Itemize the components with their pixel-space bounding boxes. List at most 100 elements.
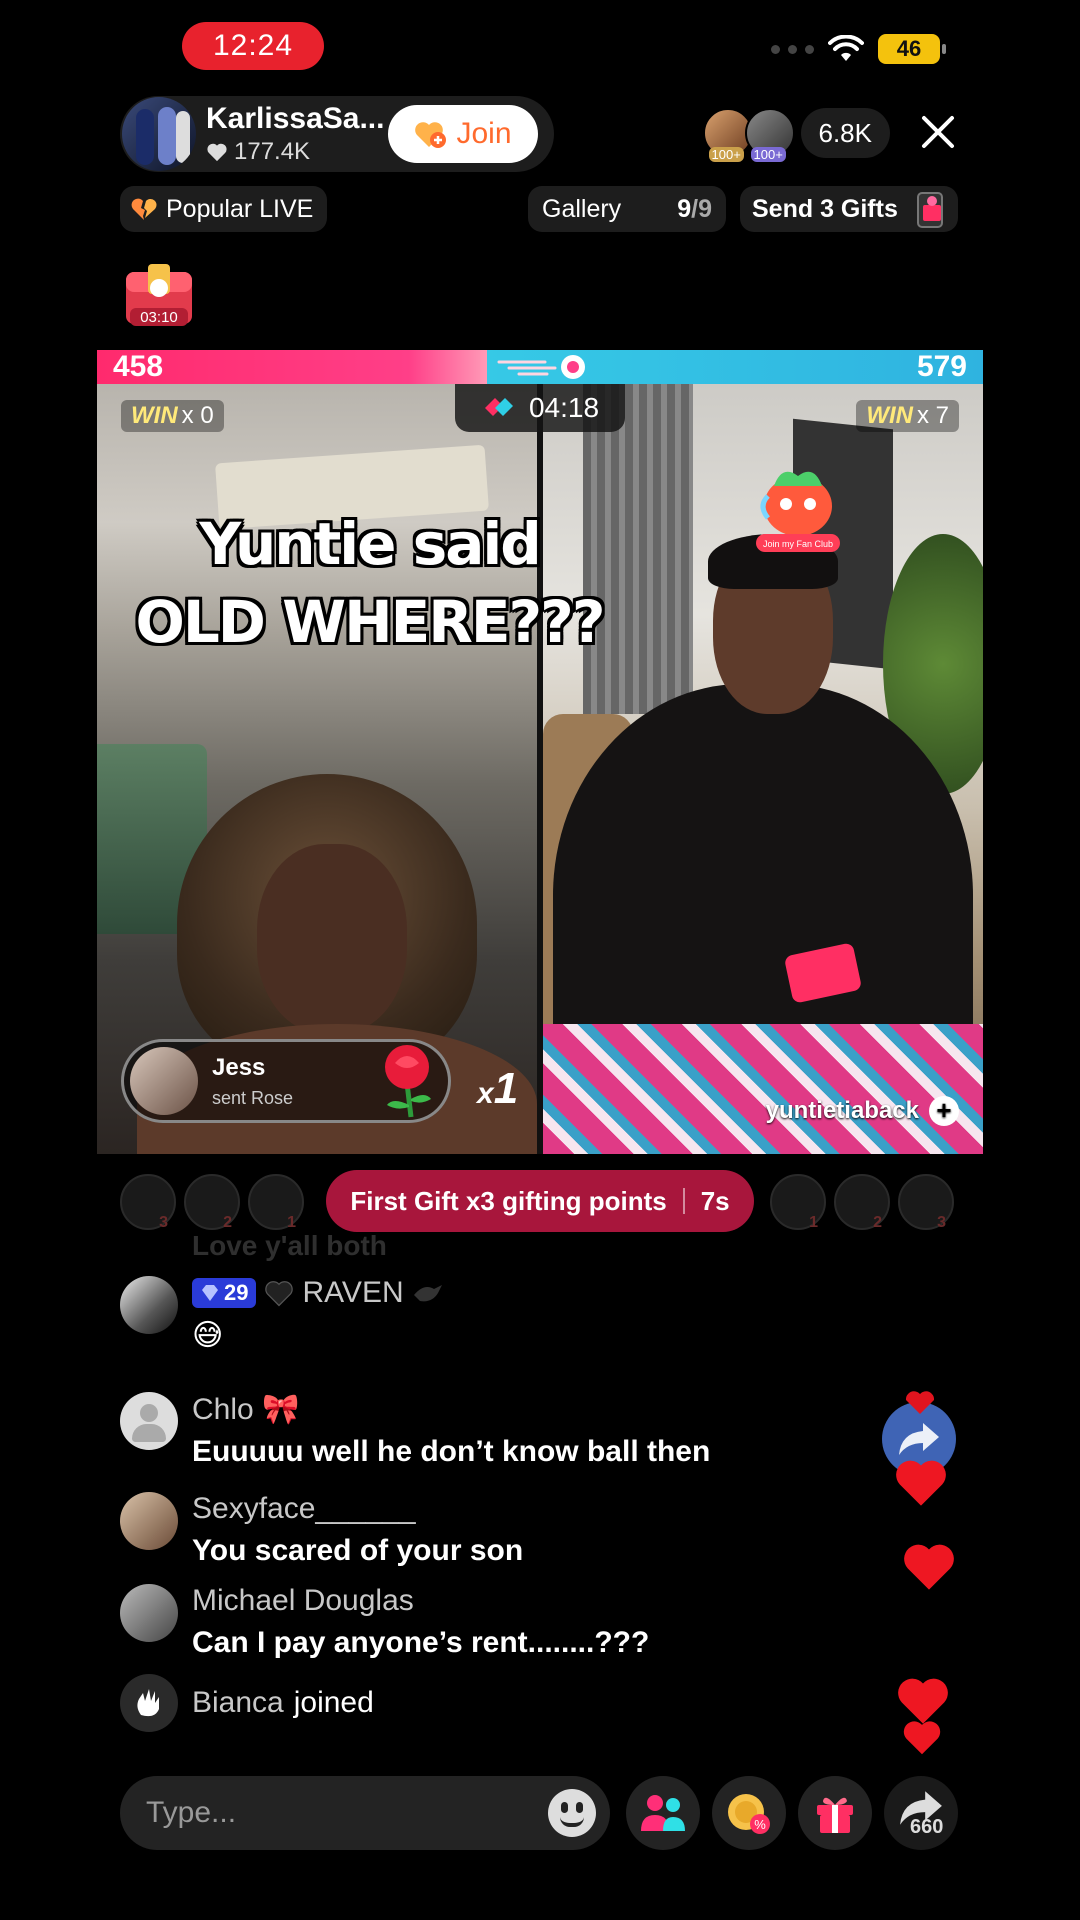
coin-discount-icon: %	[728, 1794, 770, 1834]
score-spark-icon	[497, 355, 585, 379]
host-info-bar[interactable]: KarlissaSa... 177.4K Join	[120, 96, 554, 172]
guests-button[interactable]	[626, 1776, 700, 1850]
faded-comment: Love y'all both	[192, 1230, 387, 1261]
gift-button[interactable]	[798, 1776, 872, 1850]
gallery-count: 9/9	[677, 194, 712, 223]
popular-live-chip[interactable]: Popular LIVE	[120, 186, 328, 232]
comment-placeholder: Type...	[146, 1796, 237, 1829]
first-gift-banner[interactable]: First Gift x3 gifting points 7s	[326, 1170, 754, 1232]
diamond-icon	[202, 1285, 218, 1301]
battle-timer: 04:18	[455, 384, 625, 432]
left-top-gifter-2[interactable]: 2	[184, 1174, 240, 1231]
right-host-video[interactable]: WIN x 7 Join my Fan Club yuntietiaback +	[543, 384, 983, 1154]
gallery-chip[interactable]: Gallery 9/9	[528, 186, 726, 232]
viewer-badge: 100+	[708, 147, 744, 162]
joined-text: joined	[293, 1686, 374, 1719]
forward-arrow-icon	[899, 1423, 939, 1455]
right-top-gifter-3[interactable]: 3	[898, 1174, 954, 1231]
comment-row[interactable]: 29 RAVEN 😅	[120, 1276, 444, 1353]
gift-sender-avatar	[130, 1047, 198, 1115]
fan-club-icon[interactable]: Join my Fan Club	[748, 464, 848, 556]
viewer-badge: 100+	[750, 147, 786, 162]
gallery-label: Gallery	[542, 194, 622, 223]
follow-plus-icon[interactable]: +	[929, 1096, 959, 1126]
host-info: KarlissaSa... 177.4K	[206, 102, 386, 166]
right-top-gifter-2[interactable]: 2	[834, 1174, 890, 1231]
gift-action: sent Rose	[212, 1087, 294, 1108]
left-score: 458	[113, 350, 164, 383]
floating-heart-icon	[896, 1460, 946, 1506]
commenter-name: 29 RAVEN	[192, 1276, 444, 1310]
gift-count: x1	[477, 1064, 519, 1113]
fan-club-label: Join my Fan Club	[763, 539, 833, 549]
host-name: KarlissaSa...	[206, 102, 385, 135]
commenter-name: Michael Douglas	[192, 1584, 414, 1617]
send-gifts-label: Send 3 Gifts	[752, 194, 898, 223]
popular-live-label: Popular LIVE	[166, 194, 314, 223]
battery-icon: 46	[878, 34, 946, 64]
wifi-icon	[828, 35, 864, 61]
coin-discount-button[interactable]: %	[712, 1776, 786, 1850]
floating-heart-icon	[905, 1391, 935, 1414]
joined-user: Bianca	[192, 1686, 284, 1719]
join-button[interactable]: Join	[388, 105, 538, 163]
rose-icon	[385, 1045, 431, 1118]
comment-text: Euuuuu well he don’t know ball then	[192, 1435, 711, 1468]
status-time: 12:24	[182, 22, 324, 70]
top-viewers[interactable]: 100+ 100+ 6.8K	[702, 108, 890, 162]
left-score-fill: 458	[97, 350, 487, 384]
wave-hand-icon	[120, 1674, 178, 1732]
heart-icon	[207, 143, 227, 162]
gifting-row: 3 2 1 First Gift x3 gifting points 7s 1 2…	[120, 1170, 960, 1232]
left-host-video[interactable]: WIN x 0 Jess sent Rose x1	[97, 384, 537, 1154]
comment-text: You scared of your son	[192, 1534, 524, 1567]
host-likes-count: 177.4K	[234, 138, 311, 165]
commenter-avatar[interactable]	[120, 1584, 178, 1642]
gift-countdown: 7s	[700, 1185, 730, 1216]
commenter-avatar[interactable]	[120, 1276, 178, 1334]
right-host-handle[interactable]: yuntietiaback +	[766, 1096, 959, 1126]
broken-heart-icon	[131, 198, 157, 220]
comment-row[interactable]: Michael Douglas Can I pay anyone’s rent.…	[120, 1584, 649, 1660]
level-badge: 29	[192, 1278, 257, 1308]
comment-text: 😅	[192, 1319, 224, 1352]
battle-score-bar: 458 579	[97, 350, 983, 384]
bird-icon	[413, 1285, 442, 1302]
people-icon	[641, 1795, 685, 1831]
right-top-gifter-1[interactable]: 1	[770, 1174, 826, 1231]
left-win-streak: WIN x 0	[121, 400, 224, 432]
right-score: 579	[916, 350, 967, 383]
comment-row[interactable]: Sexyface______ You scared of your son	[120, 1492, 523, 1568]
left-top-gifter-1[interactable]: 1	[248, 1174, 304, 1231]
viewer-avatar[interactable]: 100+	[744, 108, 795, 162]
host-likes: 177.4K	[206, 138, 386, 166]
share-count: 660	[910, 1816, 944, 1838]
battle-icon	[484, 398, 513, 416]
viewer-count[interactable]: 6.8K	[800, 108, 890, 158]
gift-box-icon	[917, 192, 943, 228]
status-icons: 46	[771, 34, 946, 64]
video-caption: Yuntie said OLD WHERE???	[135, 510, 606, 656]
comment-input[interactable]: Type...	[120, 1776, 610, 1850]
commenter-name: Chlo 🎀	[192, 1393, 300, 1426]
comment-row[interactable]: Chlo 🎀 Euuuuu well he don’t know ball th…	[120, 1392, 710, 1469]
close-icon[interactable]	[918, 112, 958, 152]
default-avatar-icon[interactable]	[120, 1392, 178, 1450]
svg-text:%: %	[754, 1817, 766, 1832]
commenter-avatar[interactable]	[120, 1492, 178, 1550]
signal-dots-icon	[771, 44, 814, 54]
host-avatar[interactable]	[122, 97, 196, 171]
left-top-gifter-3[interactable]: 3	[120, 1174, 176, 1231]
gift-icon	[817, 1797, 853, 1833]
floating-heart-icon	[904, 1544, 954, 1590]
gift-sender-name: Jess	[212, 1053, 266, 1081]
treasure-chest-icon[interactable]: 03:10	[120, 258, 198, 330]
floating-heart-icon	[903, 1721, 941, 1755]
emoji-icon[interactable]	[548, 1789, 596, 1837]
treasure-timer: 03:10	[140, 309, 178, 326]
commenter-name: Sexyface______	[192, 1492, 416, 1525]
battery-level: 46	[896, 36, 922, 61]
comment-text: Can I pay anyone’s rent........???	[192, 1626, 650, 1659]
send-gifts-chip[interactable]: Send 3 Gifts	[740, 186, 958, 232]
right-win-streak: WIN x 7	[856, 400, 959, 432]
